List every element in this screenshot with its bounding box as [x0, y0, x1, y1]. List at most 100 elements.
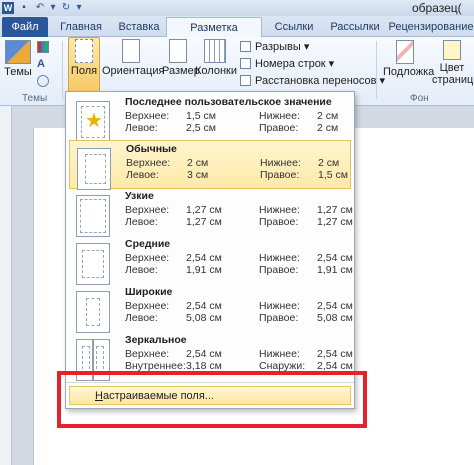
tab-file[interactable]: Файл — [2, 17, 48, 37]
right-value: 1,91 см — [317, 264, 353, 276]
themes-group-label: Темы — [22, 93, 48, 104]
margin-guides — [80, 199, 106, 233]
orientation-button[interactable]: Ориентация — [102, 39, 164, 77]
vertical-ruler — [0, 106, 12, 465]
left-label: Левое: — [125, 312, 158, 324]
orientation-button-label: Ориентация — [102, 65, 165, 77]
bottom-label: Нижнее: — [259, 252, 300, 264]
preset-title: Широкие — [125, 286, 173, 298]
breaks-button-label: Разрывы — [255, 41, 301, 53]
chevron-down-icon[interactable]: ▾ — [50, 2, 56, 14]
left-value: 2,5 см — [186, 122, 216, 134]
page-color-icon — [443, 40, 461, 60]
margin-preset-moderate[interactable]: Средние Верхнее: 2,54 см Нижнее: 2,54 см… — [69, 236, 353, 285]
themes-button[interactable]: Темы — [3, 40, 33, 78]
top-label: Верхнее: — [125, 204, 170, 216]
save-icon[interactable]: ▪ — [18, 2, 30, 14]
highlight-annotation-box — [57, 371, 367, 428]
tab-page-layout[interactable]: Разметка страницы — [166, 17, 262, 54]
redo-icon[interactable]: ↻ — [60, 2, 72, 14]
tab-mailings[interactable]: Рассылки — [325, 17, 385, 37]
columns-button[interactable]: Колонки — [195, 39, 237, 77]
margin-guides — [82, 250, 104, 278]
top-value: 2 см — [187, 157, 209, 169]
columns-icon — [204, 39, 226, 63]
margins-dropdown: ★ Последнее пользовательское значение Ве… — [65, 91, 355, 409]
margin-preview-icon — [76, 195, 110, 237]
line-numbers-icon — [240, 58, 251, 69]
breaks-icon — [240, 41, 251, 52]
bottom-label: Нижнее: — [259, 348, 300, 360]
word-app-icon[interactable]: W — [2, 2, 14, 14]
top-label: Верхнее: — [126, 157, 171, 169]
left-value: 1,91 см — [186, 264, 222, 276]
margin-guides — [86, 298, 100, 326]
hyphenation-icon — [240, 75, 251, 86]
hyphenation-button[interactable]: Расстановка переносов ▾ — [240, 74, 385, 89]
breaks-button[interactable]: Разрывы ▾ — [240, 40, 309, 55]
bottom-value: 1,27 см — [317, 204, 353, 216]
top-label: Верхнее: — [125, 348, 170, 360]
quick-access-toolbar: W ▪ ↶ ▾ ↻ ▾ — [0, 0, 82, 16]
customize-qat-icon[interactable]: ▾ — [76, 2, 82, 14]
left-label: Левое: — [125, 264, 158, 276]
theme-effects-icon[interactable] — [37, 75, 49, 87]
top-value: 2,54 см — [186, 252, 222, 264]
right-label: Правое: — [259, 122, 299, 134]
ribbon-tabs: Файл Главная Вставка Разметка страницы С… — [0, 16, 474, 54]
margins-button-label: Поля — [70, 65, 98, 77]
top-label: Верхнее: — [125, 300, 170, 312]
margin-preset-narrow[interactable]: Узкие Верхнее: 1,27 см Нижнее: 1,27 см Л… — [69, 188, 353, 237]
columns-button-label: Колонки — [195, 65, 237, 77]
margin-guides — [85, 154, 106, 184]
undo-icon[interactable]: ↶ — [34, 2, 46, 14]
tab-insert[interactable]: Вставка — [113, 17, 165, 37]
size-icon — [169, 39, 187, 63]
theme-fonts-icon[interactable]: A — [37, 58, 49, 70]
margin-preset-last-custom[interactable]: ★ Последнее пользовательское значение Ве… — [69, 94, 351, 143]
preset-title: Обычные — [126, 143, 177, 155]
left-value: 3 см — [187, 169, 209, 181]
theme-colors-icon[interactable] — [37, 41, 49, 53]
margin-preview-icon: ★ — [76, 101, 110, 143]
right-value: 2 см — [317, 122, 339, 134]
bottom-label: Нижнее: — [259, 300, 300, 312]
margin-preset-normal[interactable]: Обычные Верхнее: 2 см Нижнее: 2 см Левое… — [69, 140, 351, 190]
line-numbers-button[interactable]: Номера строк ▾ — [240, 57, 334, 72]
tab-home[interactable]: Главная — [50, 17, 112, 37]
right-label: Правое: — [259, 312, 299, 324]
right-value: 1,27 см — [317, 216, 353, 228]
left-label: Левое: — [125, 216, 158, 228]
margin-preview-icon — [76, 291, 110, 333]
tab-review[interactable]: Рецензирование — [388, 17, 474, 37]
preset-title: Зеркальное — [125, 334, 187, 346]
bottom-label: Нижнее: — [259, 204, 300, 216]
watermark-icon — [396, 40, 414, 64]
top-label: Верхнее: — [125, 252, 170, 264]
themes-icon — [5, 40, 31, 64]
top-value: 2,54 см — [186, 348, 222, 360]
size-button[interactable]: Размер — [162, 39, 200, 77]
watermark-button[interactable]: Подложка — [383, 40, 434, 78]
page-color-button[interactable]: Цвет страницы — [432, 40, 474, 86]
right-label: Правое: — [260, 169, 300, 181]
bottom-value: 2 см — [318, 157, 340, 169]
bottom-value: 2,54 см — [317, 300, 353, 312]
bottom-value: 2,54 см — [317, 252, 353, 264]
right-label: Правое: — [259, 264, 299, 276]
group-divider — [376, 41, 377, 99]
themes-button-label: Темы — [4, 66, 32, 78]
margin-preview-icon — [76, 243, 110, 285]
preset-title: Узкие — [125, 190, 154, 202]
bottom-label: Нижнее: — [260, 157, 301, 169]
preset-title: Последнее пользовательское значение — [125, 96, 332, 108]
preset-title: Средние — [125, 238, 171, 250]
title-bar: W ▪ ↶ ▾ ↻ ▾ образец( — [0, 0, 474, 16]
left-label: Левое: — [125, 122, 158, 134]
tab-references[interactable]: Ссылки — [266, 17, 322, 37]
top-label: Верхнее: — [125, 110, 170, 122]
margins-button[interactable]: Поля — [68, 39, 100, 77]
left-value: 5,08 см — [186, 312, 222, 324]
document-title: образец( — [412, 1, 462, 15]
margin-preset-wide[interactable]: Широкие Верхнее: 2,54 см Нижнее: 2,54 см… — [69, 284, 353, 333]
